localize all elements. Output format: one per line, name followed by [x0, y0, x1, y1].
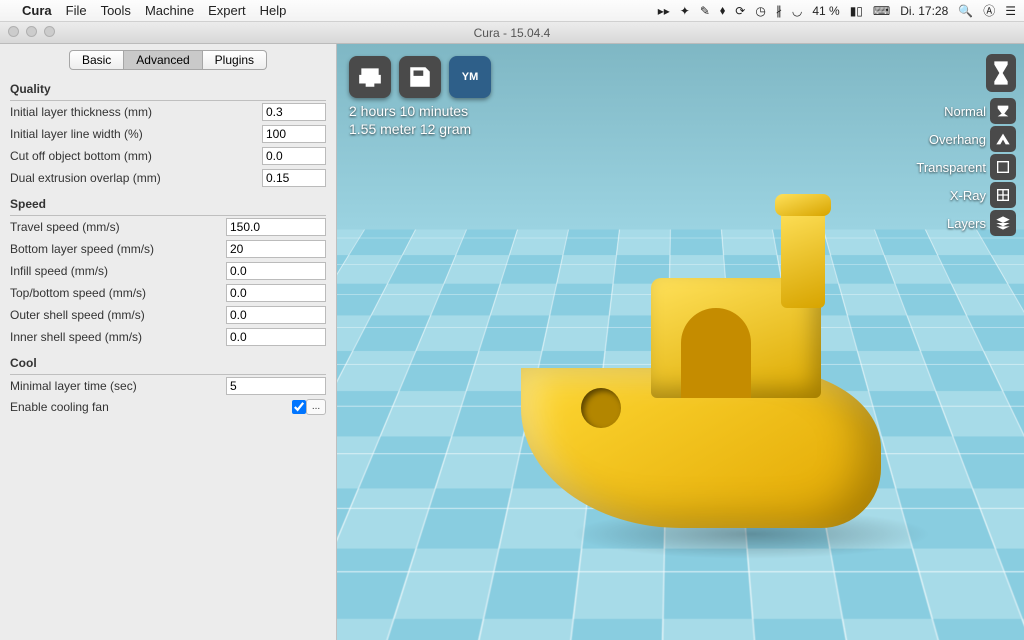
in-inner-speed[interactable]: [226, 328, 326, 346]
mode-overhang[interactable]: Overhang: [929, 126, 1016, 152]
section-quality: Quality: [10, 78, 326, 101]
layers-icon: [995, 215, 1011, 231]
sync-icon[interactable]: ⟳: [735, 4, 745, 18]
mode-xray-label: X-Ray: [950, 188, 986, 203]
mode-transparent[interactable]: Transparent: [916, 154, 1016, 180]
window-titlebar: Cura - 15.04.4: [0, 22, 1024, 44]
slice-button[interactable]: [349, 56, 391, 98]
clock-icon[interactable]: ◷: [755, 4, 765, 18]
overhang-icon: [995, 131, 1011, 147]
lbl-infill-speed: Infill speed (mm/s): [10, 264, 226, 278]
traffic-lights[interactable]: [8, 26, 55, 37]
in-travel-speed[interactable]: [226, 218, 326, 236]
dropbox-icon[interactable]: ⬧: [720, 3, 725, 18]
model-benchy[interactable]: [511, 208, 891, 548]
menu-help[interactable]: Help: [260, 3, 287, 18]
hourglass-icon: [991, 59, 1011, 87]
in-init-thickness[interactable]: [262, 103, 326, 121]
settings-panel: Basic Advanced Plugins Quality Initial l…: [0, 44, 337, 640]
save-icon: [407, 64, 433, 90]
tray-icon[interactable]: ▸▸: [658, 4, 670, 18]
lbl-outer-speed: Outer shell speed (mm/s): [10, 308, 226, 322]
pencil-icon[interactable]: ✎: [700, 4, 710, 18]
section-speed: Speed: [10, 193, 326, 216]
notifications-icon[interactable]: ☰: [1005, 4, 1016, 18]
normal-icon: [995, 103, 1011, 119]
bluetooth-icon[interactable]: ∦: [776, 4, 782, 18]
section-cool: Cool: [10, 352, 326, 375]
mode-normal-label: Normal: [944, 104, 986, 119]
lbl-topbot-speed: Top/bottom speed (mm/s): [10, 286, 226, 300]
evernote-icon[interactable]: ✦: [680, 4, 690, 18]
mode-xray[interactable]: X-Ray: [950, 182, 1016, 208]
mode-overhang-label: Overhang: [929, 132, 986, 147]
clock-text: Di. 17:28: [900, 4, 948, 18]
ym-label: YM: [462, 71, 479, 83]
in-outer-speed[interactable]: [226, 306, 326, 324]
transparent-icon: [995, 159, 1011, 175]
lbl-min-layer-time: Minimal layer time (sec): [10, 379, 226, 393]
lbl-cooling-fan: Enable cooling fan: [10, 400, 292, 414]
xray-icon: [995, 187, 1011, 203]
lbl-bottom-speed: Bottom layer speed (mm/s): [10, 242, 226, 256]
mode-layers-label: Layers: [947, 216, 986, 231]
keyboard-icon[interactable]: ⌨: [873, 4, 890, 18]
in-cutoff[interactable]: [262, 147, 326, 165]
view-mode-menu[interactable]: [986, 54, 1016, 92]
tray: ▸▸ ✦ ✎ ⬧ ⟳ ◷ ∦ ◡ 41 % ▮▯ ⌨ Di. 17:28 🔍 Ⓐ…: [658, 2, 1016, 19]
viewport-3d[interactable]: YM 2 hours 10 minutes 1.55 meter 12 gram…: [337, 44, 1024, 640]
in-dual-overlap[interactable]: [262, 169, 326, 187]
print-time: 2 hours 10 minutes: [349, 102, 471, 120]
print-material: 1.55 meter 12 gram: [349, 120, 471, 138]
mode-layers[interactable]: Layers: [947, 210, 1016, 236]
tab-advanced[interactable]: Advanced: [124, 50, 202, 70]
spotlight-icon[interactable]: 🔍: [958, 4, 973, 18]
window-title: Cura - 15.04.4: [474, 26, 551, 40]
wifi-icon[interactable]: ◡: [792, 4, 802, 18]
mode-transparent-label: Transparent: [916, 160, 986, 175]
chk-cooling-fan[interactable]: [292, 400, 306, 414]
menu-tools[interactable]: Tools: [101, 3, 131, 18]
menu-machine[interactable]: Machine: [145, 3, 194, 18]
appstore-icon[interactable]: Ⓐ: [983, 2, 995, 19]
in-topbot-speed[interactable]: [226, 284, 326, 302]
in-infill-speed[interactable]: [226, 262, 326, 280]
youmagine-button[interactable]: YM: [449, 56, 491, 98]
lbl-dual-overlap: Dual extrusion overlap (mm): [10, 171, 262, 185]
print-info: 2 hours 10 minutes 1.55 meter 12 gram: [349, 102, 471, 138]
in-bottom-speed[interactable]: [226, 240, 326, 258]
battery-icon[interactable]: ▮▯: [850, 4, 863, 18]
lbl-init-linewidth: Initial layer line width (%): [10, 127, 262, 141]
printer-icon: [357, 64, 383, 90]
lbl-travel-speed: Travel speed (mm/s): [10, 220, 226, 234]
lbl-cutoff: Cut off object bottom (mm): [10, 149, 262, 163]
menu-app[interactable]: Cura: [22, 3, 52, 18]
tab-basic[interactable]: Basic: [69, 50, 124, 70]
save-button[interactable]: [399, 56, 441, 98]
menu-expert[interactable]: Expert: [208, 3, 246, 18]
lbl-inner-speed: Inner shell speed (mm/s): [10, 330, 226, 344]
in-min-layer-time[interactable]: [226, 377, 326, 395]
tabs: Basic Advanced Plugins: [10, 50, 326, 70]
tab-plugins[interactable]: Plugins: [203, 50, 267, 70]
lbl-init-thickness: Initial layer thickness (mm): [10, 105, 262, 119]
mode-normal[interactable]: Normal: [944, 98, 1016, 124]
mac-menubar: Cura File Tools Machine Expert Help ▸▸ ✦…: [0, 0, 1024, 22]
in-init-linewidth[interactable]: [262, 125, 326, 143]
battery-text: 41 %: [812, 4, 839, 18]
cooling-fan-more[interactable]: ...: [306, 399, 326, 415]
menu-file[interactable]: File: [66, 3, 87, 18]
